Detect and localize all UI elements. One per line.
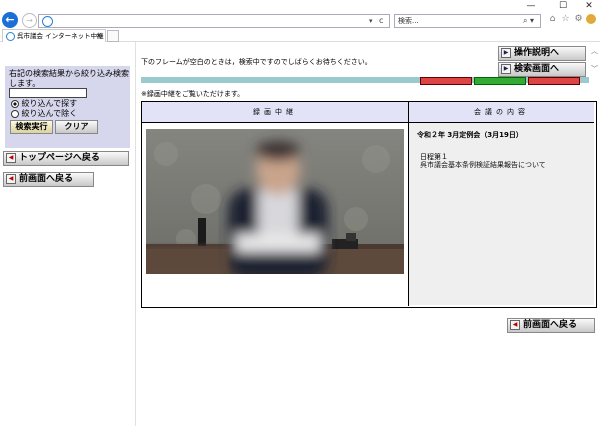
search-screen-label: 検索画面へ <box>514 64 560 74</box>
browser-search-input[interactable]: 検索... ⌕ ▾ <box>394 14 541 28</box>
left-arrow-icon: ◀ <box>6 173 16 184</box>
settings-gear-icon[interactable]: ⚙ <box>573 13 584 25</box>
right-arrow-icon: ▶ <box>501 63 511 74</box>
hidden-green-button[interactable] <box>474 77 526 85</box>
radio-include-row[interactable]: 絞り込んで探す <box>11 99 77 109</box>
new-tab-button[interactable] <box>107 30 119 42</box>
video-player[interactable] <box>146 129 404 274</box>
address-dropdown-icon[interactable]: ▾ <box>369 15 373 27</box>
right-arrow-icon: ▶ <box>501 47 511 58</box>
minimize-button[interactable]: — <box>520 0 542 12</box>
prev-page-main-label: 前画面へ戻る <box>523 320 578 330</box>
prev-page-label: 前画面へ戻る <box>19 174 74 184</box>
radio-exclude-label: 絞り込んで除く <box>21 109 78 118</box>
refresh-icon[interactable]: c <box>379 15 383 27</box>
back-button[interactable]: ← <box>2 12 18 28</box>
hidden-red-button[interactable] <box>420 77 472 85</box>
header-meeting-content: 会議の内容 <box>409 102 594 123</box>
search-icon[interactable]: ⌕ ▾ <box>520 15 534 27</box>
favorites-star-icon[interactable]: ☆ <box>560 13 571 25</box>
top-page-label: トップページへ戻る <box>19 153 100 163</box>
tab-current[interactable]: 呉市議会 インターネット中継 ✕ <box>2 29 106 42</box>
radio-exclude-row[interactable]: 絞り込んで除く <box>11 109 77 119</box>
maximize-button[interactable]: ☐ <box>552 0 574 12</box>
video-frame-image <box>146 129 404 274</box>
meeting-title: 令和２年 3月定例会（3月19日） <box>417 131 523 139</box>
address-bar[interactable]: ▾ c <box>38 14 390 28</box>
close-tab-icon[interactable]: ✕ <box>96 30 102 42</box>
search-screen-button[interactable]: ▶ 検索画面へ <box>498 62 586 77</box>
scroll-up-icon[interactable]: ︿ <box>590 46 599 56</box>
search-execute-button[interactable]: 検索実行 <box>10 120 53 134</box>
filter-keyword-input[interactable] <box>9 88 87 98</box>
meeting-content-cell <box>409 123 594 305</box>
smiley-feedback-icon[interactable] <box>586 14 596 24</box>
window-title-bar <box>0 0 600 12</box>
radio-exclude[interactable] <box>11 109 19 118</box>
radio-include[interactable] <box>11 99 19 108</box>
prev-page-button-left[interactable]: ◀ 前画面へ戻る <box>3 172 94 187</box>
radio-include-label: 絞り込んで探す <box>21 99 78 108</box>
close-window-button[interactable]: ✕ <box>578 0 600 12</box>
loading-notice: 下のフレームが空白のときは，検索中ですのでしばらくお待ちください。 <box>141 58 372 66</box>
tab-title: 呉市議会 インターネット中継 <box>17 32 104 40</box>
scroll-down-icon[interactable]: ﹀ <box>590 64 599 74</box>
filter-description: 右記の検索結果から絞り込み検索します。 <box>9 69 129 88</box>
left-arrow-icon: ◀ <box>6 152 16 163</box>
clear-button[interactable]: クリア <box>55 120 98 134</box>
top-page-button[interactable]: ◀ トップページへ戻る <box>3 151 129 166</box>
search-placeholder: 検索... <box>398 17 419 25</box>
agenda-item-link[interactable]: 呉市議会基本条例検証結果報告について <box>420 160 546 170</box>
help-button[interactable]: ▶ 操作説明へ <box>498 46 586 61</box>
left-arrow-icon: ◀ <box>510 319 520 330</box>
ie-page-icon <box>42 16 53 27</box>
hidden-red-button-2[interactable] <box>528 77 580 85</box>
help-button-label: 操作説明へ <box>514 48 560 58</box>
recording-note: ※録画中継をご覧いただけます。 <box>141 90 245 98</box>
header-recording: 録画中継 <box>142 102 409 123</box>
ie-tab-icon <box>6 31 15 41</box>
prev-page-button-main[interactable]: ◀ 前画面へ戻る <box>507 318 595 333</box>
forward-button[interactable]: → <box>22 13 37 28</box>
home-icon[interactable]: ⌂ <box>547 13 558 25</box>
